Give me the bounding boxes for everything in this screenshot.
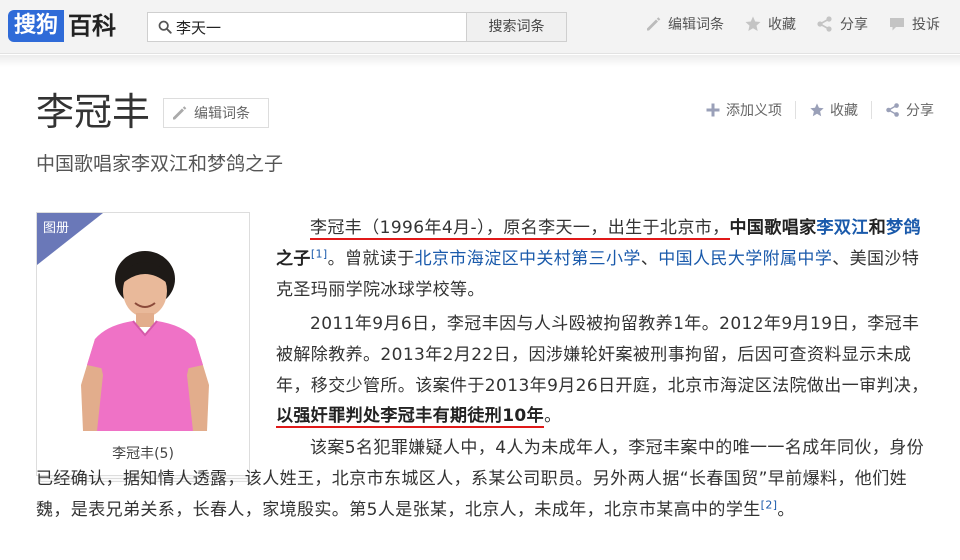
text: 2011年9月6日，李冠丰因与人斗殴被拘留教养1年。2012年9月19日，李冠丰…: [276, 314, 929, 396]
underlined-text: 李冠丰（1996年4月-），原名李天一，: [310, 218, 608, 240]
bold-text: 中国歌唱家: [729, 218, 817, 238]
star-icon: [745, 16, 761, 31]
entry-subtitle: 中国歌唱家李双江和梦鸽之子: [36, 153, 284, 175]
share-icon: [886, 103, 899, 117]
text: 、: [640, 248, 659, 269]
search-input[interactable]: [176, 17, 456, 37]
edit-entry-button[interactable]: 编辑词条: [163, 98, 269, 128]
link-meng-ge[interactable]: 梦鸽: [886, 218, 921, 238]
search-button[interactable]: 搜索词条: [467, 12, 567, 42]
comment-icon: [890, 18, 904, 31]
add-meaning-button[interactable]: 添加义项: [705, 100, 782, 120]
plus-icon: [706, 103, 720, 117]
page-title: 李冠丰: [36, 90, 151, 134]
link-li-shuangjiang[interactable]: 李双江: [817, 218, 869, 238]
suspects-paragraph: 该案5名犯罪嫌疑人中，4人为未成年人，李冠丰案中的唯一一名成年同伙，身份已经确认…: [36, 433, 934, 525]
link-school-1[interactable]: 北京市海淀区中关村第三小学: [415, 249, 641, 269]
top-favorite-label: 收藏: [768, 17, 796, 33]
header-shadow: [0, 55, 960, 67]
favorite-button[interactable]: 收藏: [809, 100, 858, 120]
divider: [871, 101, 872, 119]
top-favorite-button[interactable]: 收藏: [744, 14, 796, 34]
case-paragraph: 2011年9月6日，李冠丰因与人斗殴被拘留教养1年。2012年9月19日，李冠丰…: [276, 309, 934, 432]
logo-text: 百科: [68, 12, 117, 40]
favorite-label: 收藏: [830, 103, 858, 119]
underlined-text: 出生于北京市，: [607, 218, 730, 240]
verdict-text: 以强奸罪判处李冠丰有期徒刑10年: [276, 406, 545, 429]
divider: [795, 101, 796, 119]
pencil-icon: [647, 17, 661, 31]
top-edit-button[interactable]: 编辑词条: [644, 14, 724, 34]
reference-link[interactable]: [2]: [761, 498, 778, 511]
top-share-label: 分享: [840, 17, 868, 33]
sogou-baike-logo[interactable]: 搜狗 百科: [8, 9, 116, 43]
top-actions: 编辑词条 收藏 分享 投诉: [644, 14, 940, 34]
intro-paragraph: 李冠丰（1996年4月-），原名李天一，出生于北京市，中国歌唱家李双江和梦鸽之子…: [276, 213, 934, 305]
bold-text: 和: [868, 218, 887, 238]
search-box: [147, 12, 467, 42]
share-icon: [817, 16, 832, 32]
add-meaning-label: 添加义项: [726, 103, 782, 119]
logo-brand: 搜狗: [8, 10, 65, 42]
top-report-button[interactable]: 投诉: [888, 14, 940, 34]
top-edit-label: 编辑词条: [668, 17, 724, 33]
link-school-2[interactable]: 中国人民大学附属中学: [658, 249, 832, 269]
top-share-button[interactable]: 分享: [816, 14, 868, 34]
share-button[interactable]: 分享: [885, 100, 934, 120]
top-report-label: 投诉: [912, 17, 940, 33]
text: 。曾就读于: [327, 248, 415, 269]
top-bar: 搜狗 百科 搜索词条 编辑词条 收藏: [0, 0, 960, 54]
search-icon: [158, 20, 172, 34]
entry-actions: 添加义项 收藏 分享: [705, 100, 934, 120]
reference-link[interactable]: [1]: [311, 247, 328, 260]
share-label: 分享: [906, 103, 934, 119]
pencil-icon: [173, 106, 187, 120]
text: 。: [777, 499, 795, 520]
album-ribbon-label: 图册: [43, 221, 70, 236]
person-photo[interactable]: [77, 235, 215, 431]
text: 。: [544, 406, 562, 427]
bold-text: 之子: [276, 248, 311, 269]
star-icon: [810, 103, 824, 117]
edit-entry-label: 编辑词条: [194, 106, 250, 122]
